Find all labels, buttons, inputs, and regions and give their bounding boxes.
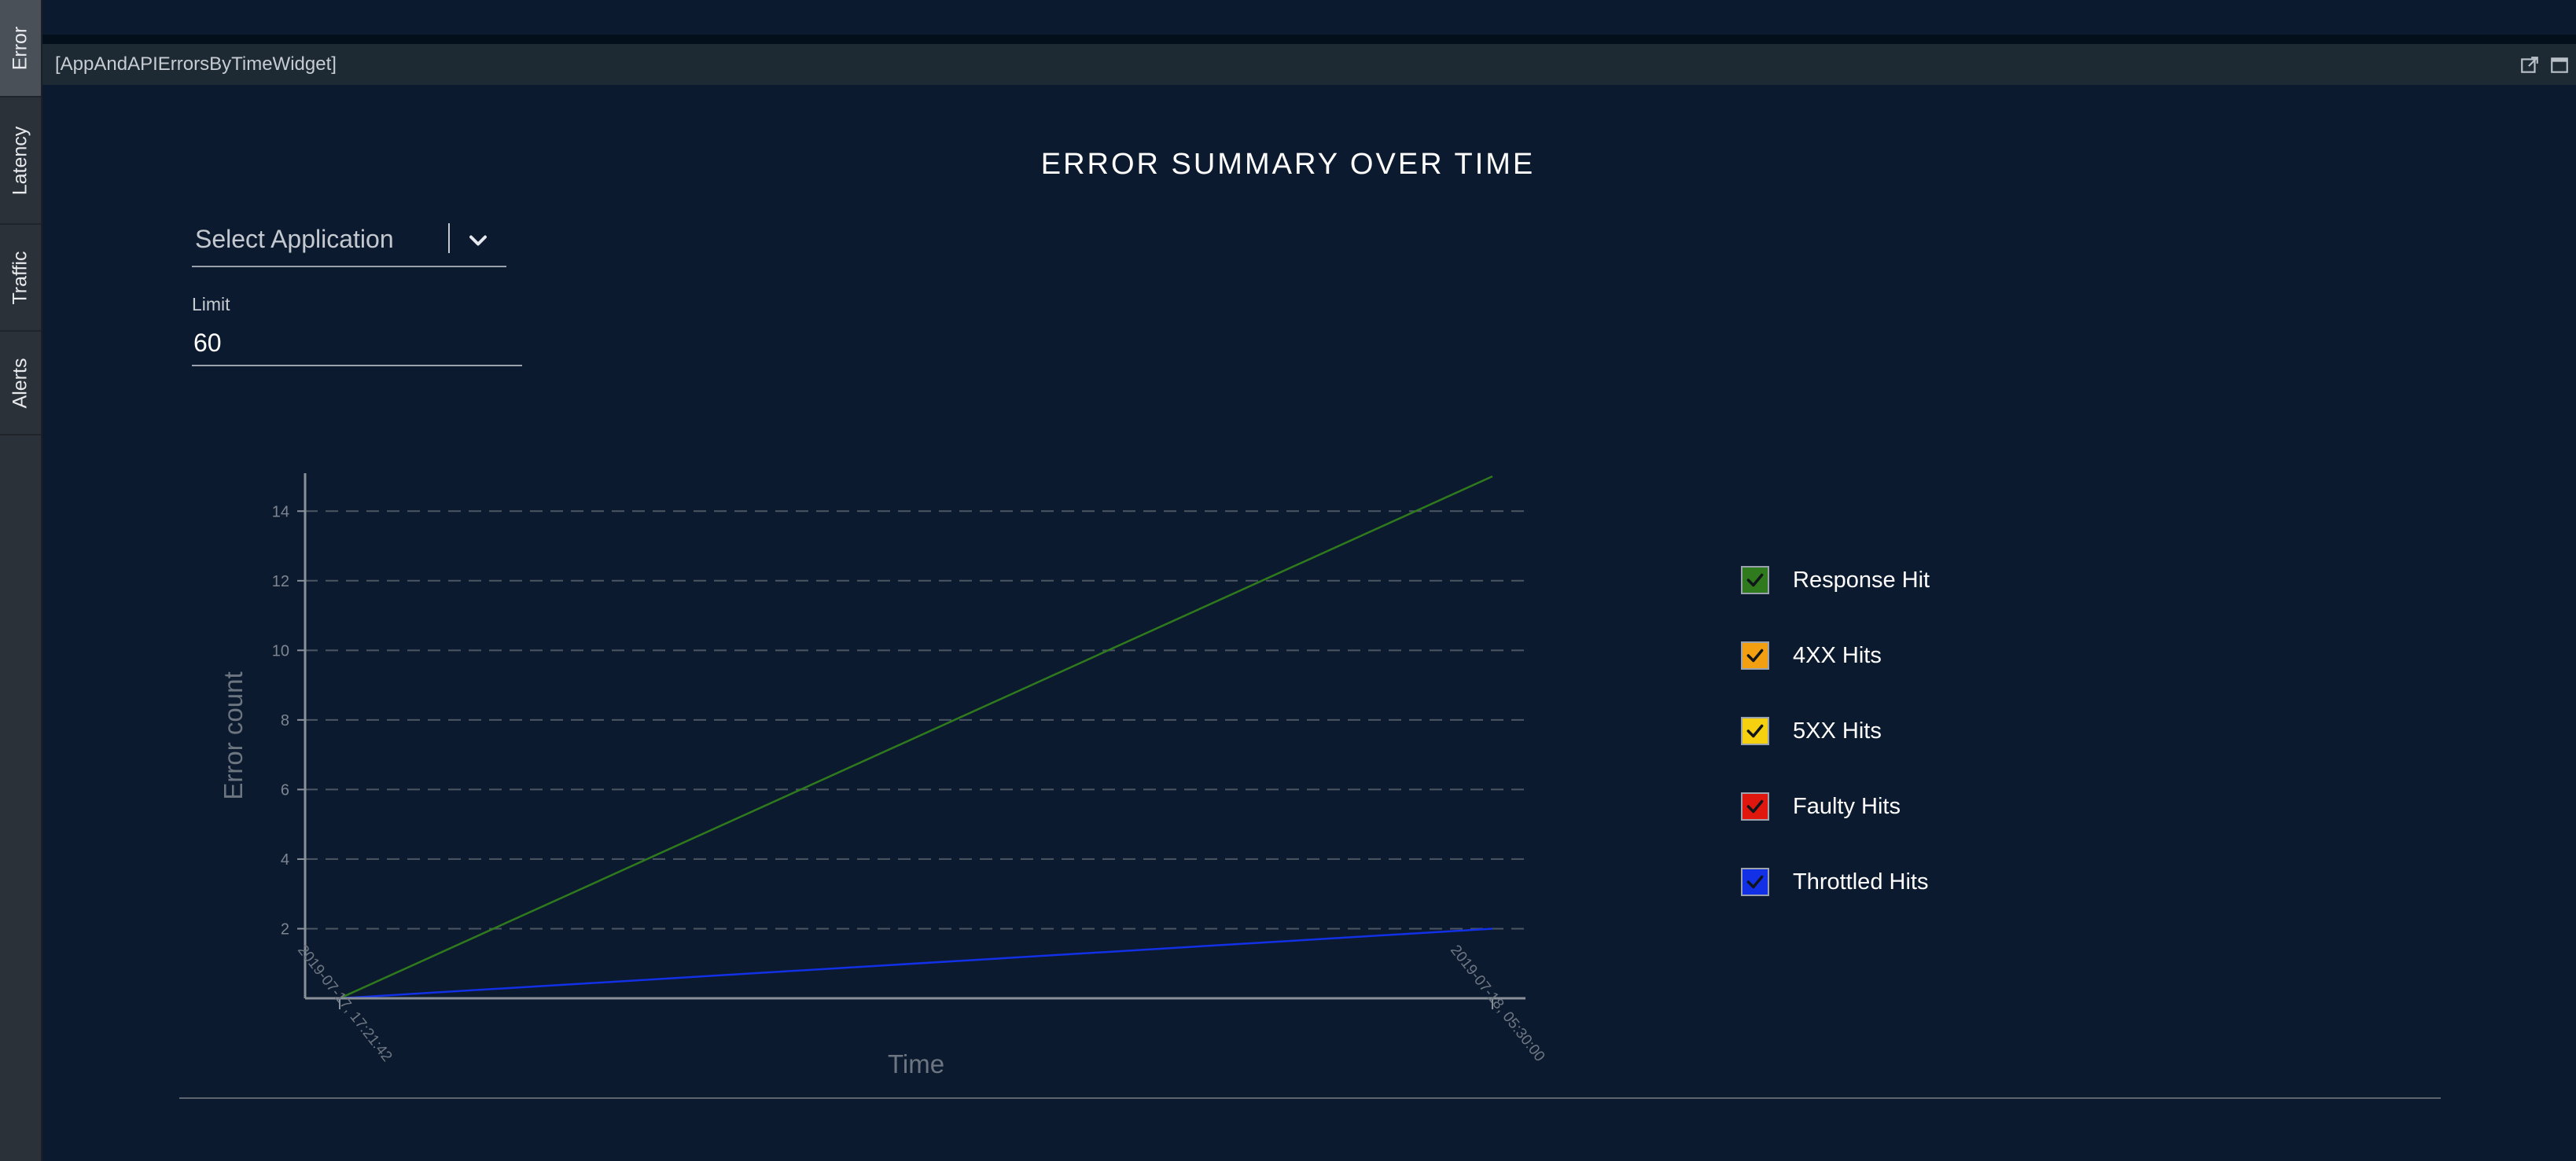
y-tick-label: 6 — [281, 781, 289, 799]
tab-traffic-label: Traffic — [9, 250, 31, 305]
select-separator — [448, 223, 450, 253]
chart-grid — [305, 510, 1525, 930]
y-tick-label: 14 — [272, 503, 289, 520]
checkmark-icon — [1746, 573, 1764, 587]
y-tick-label: 8 — [281, 712, 289, 729]
chevron-down-icon[interactable] — [464, 226, 492, 255]
limit-input[interactable] — [192, 321, 522, 366]
legend-checkbox[interactable] — [1741, 792, 1769, 821]
y-tick-label: 4 — [281, 851, 289, 869]
page-title: ERROR SUMMARY OVER TIME — [1040, 148, 1536, 181]
widget-header: [AppAndAPIErrorsByTimeWidget] — [42, 44, 2576, 85]
legend-label: 5XX Hits — [1793, 718, 1882, 744]
tab-traffic[interactable]: Traffic — [0, 225, 41, 332]
bottom-divider — [179, 1097, 2441, 1099]
widget-title: [AppAndAPIErrorsByTimeWidget] — [55, 53, 337, 75]
legend-label: 4XX Hits — [1793, 642, 1882, 668]
y-tick-label: 10 — [272, 642, 289, 659]
open-external-icon[interactable] — [2519, 55, 2540, 75]
x-axis-label: Time — [888, 1049, 944, 1078]
maximize-icon[interactable] — [2549, 55, 2570, 75]
error-summary-chart: 2468101214 2019-07-17, 17:21:42 2019-07-1… — [219, 473, 1548, 1078]
legend-label: Faulty Hits — [1793, 793, 1901, 819]
legend-item-faulty-hits[interactable]: Faulty Hits — [1741, 792, 1901, 821]
checkmark-icon — [1746, 875, 1764, 889]
application-select[interactable]: Select Application — [192, 215, 506, 267]
legend-item-4xx-hits[interactable]: 4XX Hits — [1741, 641, 1882, 670]
legend-checkbox[interactable] — [1741, 868, 1769, 896]
checkmark-icon — [1746, 648, 1764, 663]
y-axis-ticks: 2 4 6 8 10 12 14 — [272, 503, 305, 938]
legend-label: Response Hit — [1793, 567, 1930, 593]
legend-checkbox[interactable] — [1741, 566, 1769, 594]
legend-item-throttled-hits[interactable]: Throttled Hits — [1741, 868, 1928, 896]
x-tick-label: 2019-07-18, 05:30:00 — [1447, 942, 1547, 1065]
tab-alerts-label: Alerts — [9, 358, 31, 408]
legend-label: Throttled Hits — [1793, 869, 1929, 895]
y-tick-label: 12 — [272, 573, 289, 590]
legend-item-response-hit[interactable]: Response Hit — [1741, 566, 1930, 594]
tab-error-label: Error — [9, 26, 31, 70]
x-tick-label: 2019-07-17, 17:21:42 — [294, 942, 395, 1065]
top-bar — [42, 0, 2576, 35]
application-select-placeholder: Select Application — [195, 225, 394, 253]
tab-error[interactable]: Error — [0, 0, 41, 97]
top-divider — [42, 35, 2576, 44]
tab-alerts[interactable]: Alerts — [0, 332, 41, 435]
legend-checkbox[interactable] — [1741, 717, 1769, 745]
limit-label: Limit — [192, 294, 230, 314]
series-line-response-hit — [339, 475, 1493, 1000]
legend-checkbox[interactable] — [1741, 641, 1769, 670]
series-line-throttled-hits — [339, 928, 1493, 1000]
checkmark-icon — [1746, 724, 1764, 738]
chart-series — [339, 475, 1493, 1000]
y-tick-label: 2 — [281, 920, 289, 938]
checkmark-icon — [1746, 799, 1764, 814]
y-axis-label: Error count — [219, 671, 248, 799]
x-axis-ticks: 2019-07-17, 17:21:42 2019-07-18, 05:30:00 — [294, 942, 1547, 1065]
legend-item-5xx-hits[interactable]: 5XX Hits — [1741, 717, 1882, 745]
